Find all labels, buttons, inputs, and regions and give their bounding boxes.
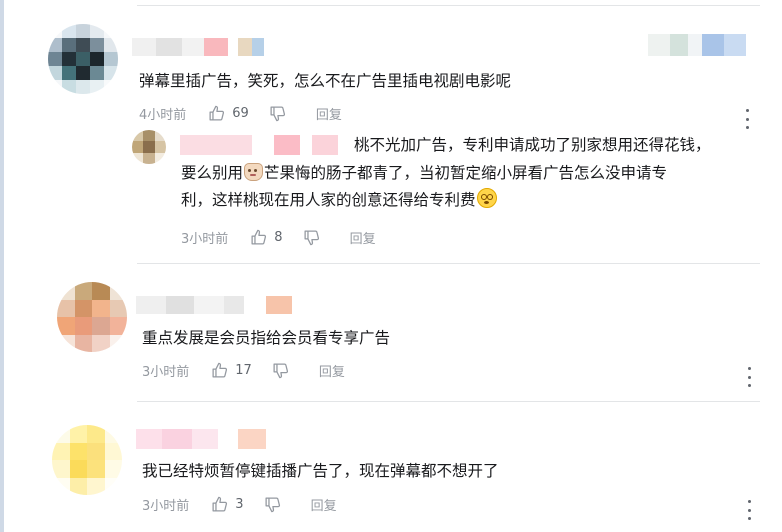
comment-meta: 3小时前 3 回复 — [142, 494, 337, 514]
like-count: 8 — [274, 229, 283, 245]
badge-blurred — [648, 34, 746, 56]
username-blurred[interactable] — [180, 135, 350, 155]
thumbs-down-icon — [265, 496, 280, 512]
reply-button[interactable]: 回复 — [311, 495, 337, 514]
mango-face-emoji — [244, 163, 264, 181]
comment-text: 我已经特烦暂停键插播广告了，现在弹幕都不想开了 — [142, 462, 499, 480]
comment-time: 3小时前 — [142, 364, 190, 380]
more-vertical-icon[interactable] — [744, 109, 750, 129]
username-blurred[interactable] — [132, 38, 272, 56]
top-divider — [137, 5, 760, 6]
comment-text: 弹幕里插广告，笑死，怎么不在广告里插电视剧电影呢 — [139, 72, 512, 90]
comment-text: 重点发展是会员指给会员看专享广告 — [142, 329, 391, 347]
like-button[interactable]: 3 — [211, 496, 244, 513]
comment-divider — [137, 401, 760, 402]
avatar[interactable] — [48, 24, 118, 94]
comment-time: 4小时前 — [139, 107, 187, 123]
reply-text-segment: 芒果悔的肠子都青了，当初暂定缩小屏看广告怎么没申请专 — [264, 164, 668, 182]
dizzy-face-emoji — [476, 188, 497, 208]
comment-meta: 3小时前 17 回复 — [142, 360, 345, 380]
more-vertical-icon[interactable] — [746, 500, 752, 520]
page-right-gutter — [764, 0, 782, 532]
username-blurred[interactable] — [136, 296, 296, 314]
reply-text: 桃不光加广告，专利申请成功了别家想用还得花钱， — [354, 136, 711, 154]
reply-button[interactable]: 回复 — [319, 361, 345, 380]
dislike-button[interactable] — [303, 229, 320, 246]
dislike-button[interactable] — [269, 105, 286, 122]
more-vertical-icon[interactable] — [746, 367, 752, 387]
reply-meta: 3小时前 8 回复 — [181, 227, 376, 247]
dislike-button[interactable] — [264, 496, 281, 513]
thumbs-up-icon — [212, 496, 228, 512]
reply-text: 利，这样桃现在用人家的创意还得给专利费 — [181, 187, 498, 214]
like-count: 3 — [235, 496, 244, 512]
username-blurred[interactable] — [136, 429, 286, 449]
comment-time: 3小时前 — [142, 498, 190, 514]
avatar[interactable] — [132, 130, 166, 164]
thumbs-up-icon — [212, 362, 228, 378]
comment-divider — [137, 263, 760, 264]
reply-button[interactable]: 回复 — [316, 104, 342, 123]
thumbs-up-icon — [209, 105, 225, 121]
like-count: 17 — [235, 362, 252, 378]
like-count: 69 — [232, 105, 249, 121]
reply-button[interactable]: 回复 — [350, 228, 376, 247]
comment-time: 3小时前 — [181, 231, 229, 247]
thumbs-down-icon — [270, 105, 285, 121]
avatar[interactable] — [52, 425, 122, 495]
thumbs-down-icon — [304, 229, 319, 245]
like-button[interactable]: 17 — [211, 362, 252, 379]
comment-meta: 4小时前 69 回复 — [139, 103, 342, 123]
reply-text-segment: 要么别用 — [181, 164, 244, 182]
reply-text: 要么别用 芒果悔的肠子都青了，当初暂定缩小屏看广告怎么没申请专 — [181, 160, 667, 187]
like-button[interactable]: 8 — [250, 229, 283, 246]
dislike-button[interactable] — [272, 362, 289, 379]
like-button[interactable]: 69 — [208, 105, 249, 122]
thumbs-up-icon — [251, 229, 267, 245]
reply-text-segment: 利，这样桃现在用人家的创意还得给专利费 — [181, 191, 476, 209]
page-left-edge — [0, 0, 4, 532]
thumbs-down-icon — [273, 362, 288, 378]
avatar[interactable] — [57, 282, 127, 352]
